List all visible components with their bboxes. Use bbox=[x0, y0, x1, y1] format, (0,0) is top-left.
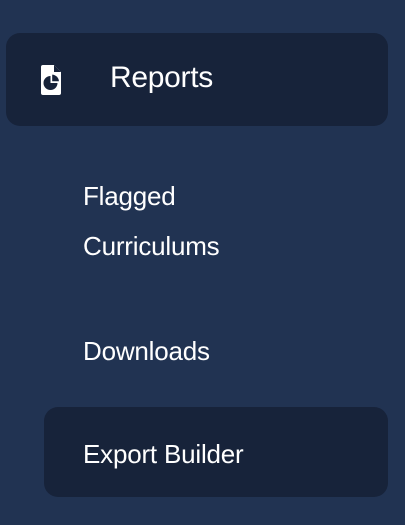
sidebar-section-label: Reports bbox=[110, 60, 213, 94]
sidebar-item-label-line1: Flagged bbox=[83, 181, 176, 211]
sidebar-item-flagged-curriculums[interactable]: Flagged Curriculums bbox=[44, 178, 388, 264]
report-document-icon bbox=[40, 64, 62, 95]
sidebar-item-label: Downloads bbox=[83, 336, 210, 366]
sidebar-item-label-line2: Curriculums bbox=[83, 231, 220, 261]
sidebar-item-label: Export Builder bbox=[83, 439, 244, 469]
sidebar: Reports Flagged Curriculums Downloads Ex… bbox=[0, 0, 405, 525]
sidebar-item-downloads[interactable]: Downloads bbox=[44, 333, 388, 369]
sidebar-section-reports[interactable]: Reports bbox=[6, 33, 388, 126]
sidebar-item-export-builder[interactable]: Export Builder bbox=[44, 407, 388, 497]
